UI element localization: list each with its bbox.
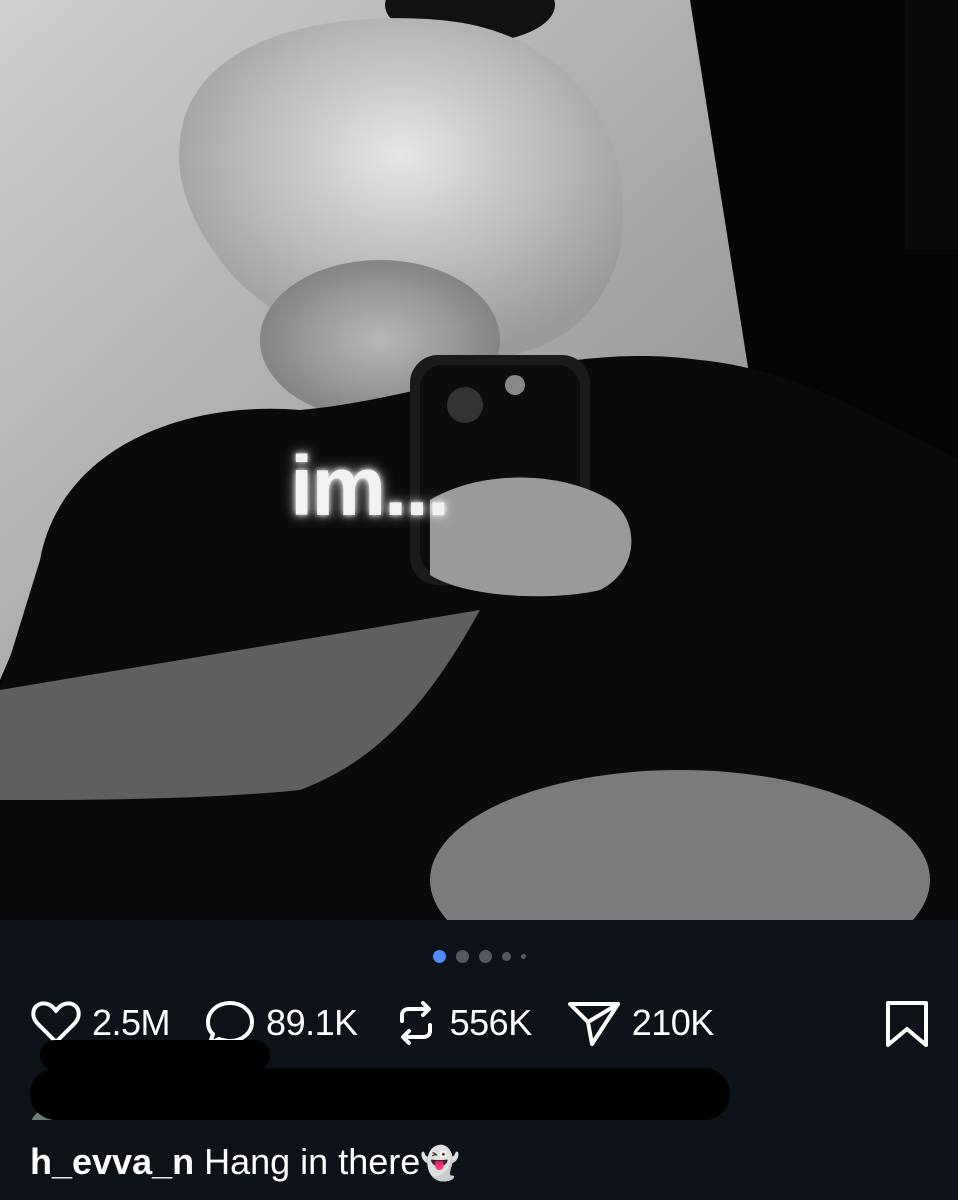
carousel-dot-2[interactable] bbox=[455, 950, 469, 963]
post-photo bbox=[0, 0, 958, 920]
caption-text: Hang in there bbox=[204, 1141, 421, 1182]
caption: h_evva_n Hang in there👻 bbox=[30, 1140, 460, 1185]
carousel-dot-1[interactable] bbox=[432, 950, 446, 963]
share-button[interactable]: 210K bbox=[566, 998, 714, 1048]
share-count: 210K bbox=[631, 1002, 715, 1043]
repost-count: 556K bbox=[449, 1002, 533, 1043]
bookmark-icon bbox=[886, 1001, 928, 1047]
repost-icon bbox=[399, 1001, 432, 1045]
like-count: 2.5M bbox=[92, 1002, 171, 1043]
carousel-dot-5[interactable] bbox=[520, 954, 526, 959]
overlay-text: im... bbox=[290, 439, 450, 533]
post-image[interactable]: im... bbox=[0, 0, 958, 920]
bookmark-button[interactable] bbox=[884, 999, 930, 1054]
repost-button[interactable]: 556K bbox=[392, 999, 532, 1047]
redaction-mark bbox=[30, 1068, 730, 1120]
send-icon bbox=[567, 1002, 620, 1046]
comment-count: 89.1K bbox=[266, 1002, 358, 1043]
ghost-emoji: 👻 bbox=[420, 1144, 461, 1182]
carousel-dot-3[interactable] bbox=[478, 950, 492, 963]
redaction-mark bbox=[40, 1040, 270, 1070]
carousel-dot-4[interactable] bbox=[501, 952, 511, 961]
carousel-indicator[interactable] bbox=[0, 950, 958, 963]
caption-username[interactable]: h_evva_n bbox=[30, 1141, 194, 1182]
